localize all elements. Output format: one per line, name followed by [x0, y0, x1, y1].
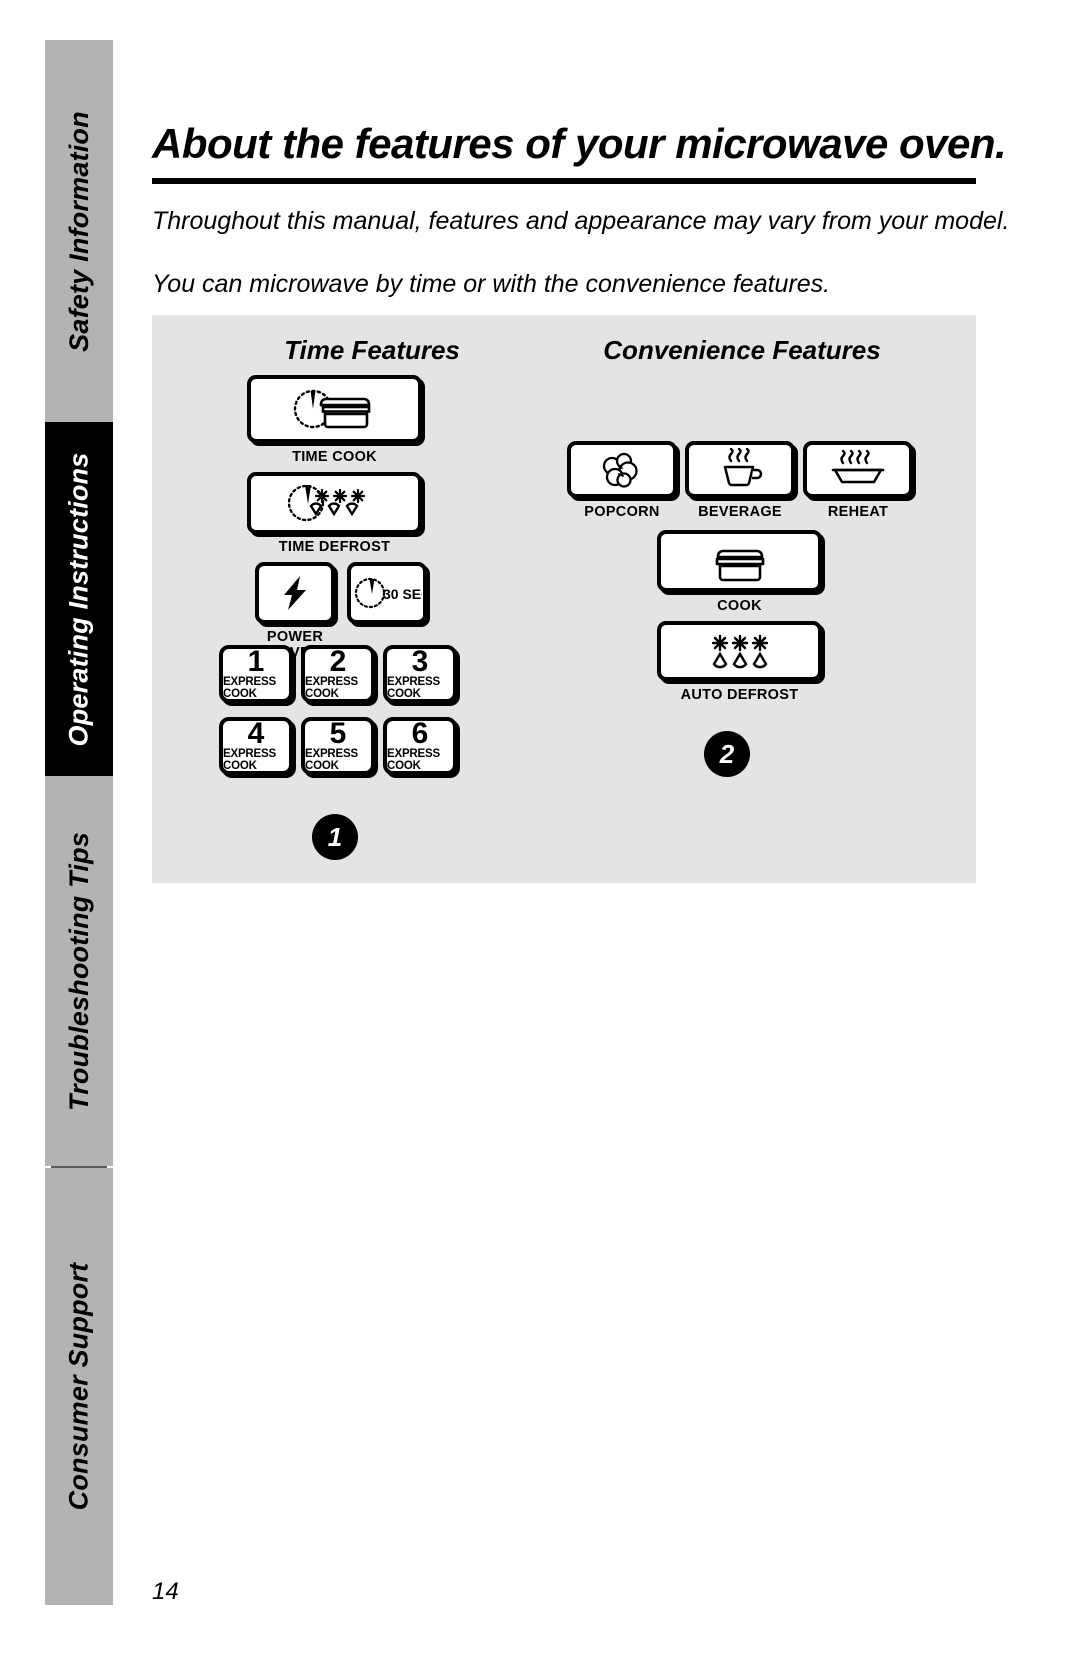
time-defrost-button[interactable] — [247, 472, 422, 534]
thirty-second-button[interactable]: 30 SEC. — [347, 562, 427, 624]
express-cook-digit-5: 5 — [329, 716, 347, 750]
sidebar-tab-rail: Safety Information Operating Instruction… — [45, 40, 113, 1605]
svg-text:30 SEC.: 30 SEC. — [383, 586, 422, 602]
beverage-button[interactable] — [685, 441, 795, 498]
express-cook-sublabel-4: EXPRESS COOK — [223, 748, 276, 773]
time-features-heading: Time Features — [284, 335, 460, 365]
express-cook-digit-3: 3 — [411, 644, 429, 678]
express-cook-digit-6: 6 — [411, 716, 429, 750]
page-number: 14 — [152, 1578, 179, 1605]
sidebar-tab-operating-instructions[interactable]: Operating Instructions — [45, 422, 113, 776]
express-cook-button-6[interactable]: 6 EXPRESS COOK — [383, 717, 457, 775]
sidebar-tab-operating-instructions-label: Operating Instructions — [63, 452, 94, 746]
sidebar-tab-safety-information-label: Safety Information — [63, 110, 94, 352]
sidebar-tab-troubleshooting-tips[interactable]: Troubleshooting Tips — [45, 776, 113, 1166]
express-cook-sublabel-2: EXPRESS COOK — [305, 676, 358, 701]
convenience-features-heading: Convenience Features — [603, 335, 881, 365]
lightning-bolt-icon — [278, 573, 312, 613]
express-cook-sublabel-6: EXPRESS COOK — [387, 748, 440, 773]
express-cook-digit-2: 2 — [329, 644, 347, 678]
popcorn-label: POPCORN — [584, 504, 660, 520]
intro-paragraph-1: Throughout this manual, features and app… — [152, 207, 1010, 235]
time-cook-button[interactable] — [247, 375, 422, 443]
intro-paragraph-2: You can microwave by time or with the co… — [152, 270, 831, 298]
cook-button[interactable] — [657, 530, 822, 592]
snowflake-drop-icon — [700, 630, 780, 672]
beverage-label: BEVERAGE — [698, 504, 782, 520]
clock-dish-icon — [280, 385, 390, 433]
control-panel-diagram: Time Features Convenience Features TIME … — [152, 315, 976, 883]
clock-30sec-icon: 30 SEC. — [352, 573, 422, 613]
cook-label: COOK — [717, 598, 762, 614]
steaming-dish-icon — [827, 448, 889, 492]
express-cook-digit-1: 1 — [247, 644, 265, 678]
express-cook-button-1[interactable]: 1 EXPRESS COOK — [219, 645, 293, 703]
express-cook-digit-4: 4 — [247, 716, 265, 750]
express-cook-button-3[interactable]: 3 EXPRESS COOK — [383, 645, 457, 703]
power-level-label-line1: POWER — [266, 629, 324, 645]
sidebar-tab-consumer-support-label: Consumer Support — [63, 1262, 94, 1511]
sidebar-tab-safety-information[interactable]: Safety Information — [45, 40, 113, 422]
express-cook-button-5[interactable]: 5 EXPRESS COOK — [301, 717, 375, 775]
auto-defrost-label: AUTO DEFROST — [680, 687, 799, 703]
express-cook-button-4[interactable]: 4 EXPRESS COOK — [219, 717, 293, 775]
page-content: About the features of your microwave ove… — [152, 0, 1009, 1669]
power-level-button[interactable] — [255, 562, 335, 624]
time-cook-label: TIME COOK — [292, 449, 377, 465]
auto-defrost-button[interactable] — [657, 621, 822, 681]
express-cook-button-2[interactable]: 2 EXPRESS COOK — [301, 645, 375, 703]
page-title: About the features of your microwave ove… — [152, 120, 1007, 167]
sidebar-tab-troubleshooting-tips-label: Troubleshooting Tips — [63, 831, 94, 1111]
time-defrost-label: TIME DEFROST — [278, 539, 391, 555]
clock-snowflake-drop-icon — [270, 479, 400, 527]
sidebar-tab-consumer-support[interactable]: Consumer Support — [45, 1168, 113, 1605]
covered-dish-icon — [710, 539, 770, 583]
reheat-label: REHEAT — [827, 504, 889, 520]
title-underline-rule — [152, 178, 976, 184]
popcorn-button[interactable] — [567, 441, 677, 498]
express-cook-sublabel-3: EXPRESS COOK — [387, 676, 440, 701]
steaming-cup-icon — [712, 447, 768, 492]
callout-marker-2: 2 — [704, 731, 750, 777]
express-cook-sublabel-5: EXPRESS COOK — [305, 748, 358, 773]
popcorn-icon — [594, 450, 650, 490]
reheat-button[interactable] — [803, 441, 913, 498]
express-cook-sublabel-1: EXPRESS COOK — [223, 676, 276, 701]
callout-marker-1: 1 — [312, 814, 358, 860]
